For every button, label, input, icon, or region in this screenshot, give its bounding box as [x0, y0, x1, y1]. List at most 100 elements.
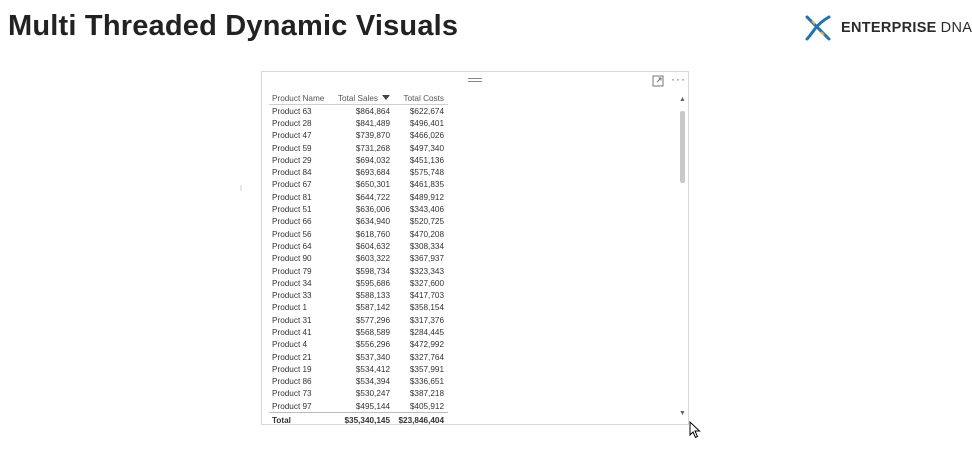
total-costs-cell: $497,340: [409, 143, 444, 153]
focus-mode-icon[interactable]: [652, 75, 664, 87]
table-row[interactable]: Product 4 $556,296 $472,992: [269, 339, 448, 351]
table-row[interactable]: Product 21 $537,340 $327,764: [269, 351, 448, 363]
enterprise-dna-logo: ENTERPRISE DNA: [803, 13, 972, 43]
table-row[interactable]: Product 79 $598,734 $323,343: [269, 265, 448, 277]
table-row[interactable]: Product 34 $595,686 $327,600: [269, 277, 448, 289]
product-name-cell: Product 51: [272, 205, 312, 215]
table-row[interactable]: Product 81 $644,722 $489,912: [269, 191, 448, 203]
total-costs-cell: $622,674: [409, 106, 444, 116]
product-name-cell: Product 90: [272, 254, 312, 264]
total-sales-cell: $636,006: [355, 205, 390, 215]
more-options-icon[interactable]: ···: [671, 73, 686, 85]
scroll-up-icon[interactable]: ▲: [679, 96, 686, 103]
product-name-cell: Product 21: [272, 352, 312, 362]
total-sales-cell: $595,686: [355, 278, 390, 288]
table-row[interactable]: Product 28 $841,489 $496,401: [269, 117, 448, 129]
logo-word-enterprise: ENTERPRISE: [841, 20, 937, 36]
column-header-product-name[interactable]: Product Name: [269, 92, 334, 105]
table-row[interactable]: Product 64 $604,632 $308,334: [269, 240, 448, 252]
total-sales-cell: $694,032: [355, 155, 390, 165]
table-row[interactable]: Product 41 $568,589 $284,445: [269, 326, 448, 338]
table-row[interactable]: Product 66 $634,940 $520,725: [269, 216, 448, 228]
total-sales-cell: $604,632: [355, 241, 390, 251]
total-sales-cell: $577,296: [355, 315, 390, 325]
total-costs-cell: $336,651: [409, 377, 444, 387]
total-costs-cell: $367,937: [409, 254, 444, 264]
column-header-label: Total Sales: [337, 93, 378, 103]
total-sales-cell: $650,301: [355, 180, 390, 190]
column-header-total-sales[interactable]: Total Sales: [334, 92, 394, 105]
drag-handle-icon[interactable]: [468, 78, 482, 83]
table-row[interactable]: Product 90 $603,322 $367,937: [269, 253, 448, 265]
vertical-scrollbar[interactable]: ▲ ▼: [679, 96, 686, 417]
table-header-row: Product Name Total Sales Total Costs: [269, 92, 448, 105]
logo-word-dna: DNA: [940, 20, 972, 36]
total-costs-cell: $323,343: [409, 266, 444, 276]
product-name-cell: Product 67: [272, 180, 312, 190]
total-costs-cell: $358,154: [409, 303, 444, 313]
product-name-cell: Product 29: [272, 155, 312, 165]
table-row[interactable]: Product 51 $636,006 $343,406: [269, 203, 448, 215]
table-row[interactable]: Product 33 $588,133 $417,703: [269, 289, 448, 301]
total-costs-value: $23,846,404: [394, 412, 448, 428]
total-costs-cell: $417,703: [409, 291, 444, 301]
table-row[interactable]: Product 29 $694,032 $451,136: [269, 154, 448, 166]
scroll-down-icon[interactable]: ▼: [679, 410, 686, 417]
total-costs-cell: $575,748: [409, 168, 444, 178]
table-row[interactable]: Product 56 $618,760 $470,208: [269, 228, 448, 240]
column-header-label: Product Name: [272, 93, 325, 103]
total-costs-cell: $317,376: [409, 315, 444, 325]
dna-helix-icon: [805, 15, 831, 41]
total-sales-cell: $587,142: [355, 303, 390, 313]
table-row[interactable]: Product 31 $577,296 $317,376: [269, 314, 448, 326]
table-visual[interactable]: ··· Product Name Total Sales Total Costs…: [261, 71, 689, 428]
total-costs-cell: $284,445: [409, 327, 444, 337]
total-costs-cell: $472,992: [409, 340, 444, 350]
product-name-cell: Product 1: [272, 303, 308, 313]
table-row[interactable]: Product 84 $693,684 $575,748: [269, 166, 448, 178]
table-row[interactable]: Product 47 $739,870 $466,026: [269, 130, 448, 142]
total-costs-cell: $496,401: [409, 118, 444, 128]
product-name-cell: Product 73: [272, 389, 312, 399]
product-name-cell: Product 63: [272, 106, 312, 116]
total-costs-cell: $308,334: [409, 241, 444, 251]
total-sales-cell: $495,144: [355, 401, 390, 411]
table-row[interactable]: Product 1 $587,142 $358,154: [269, 302, 448, 314]
product-name-cell: Product 64: [272, 241, 312, 251]
column-header-total-costs[interactable]: Total Costs: [394, 92, 448, 105]
total-sales-value: $35,340,145: [334, 412, 394, 428]
total-costs-cell: $343,406: [409, 205, 444, 215]
total-sales-cell: $603,322: [355, 254, 390, 264]
product-name-cell: Product 84: [272, 168, 312, 178]
total-costs-cell: $466,026: [409, 131, 444, 141]
product-name-cell: Product 19: [272, 364, 312, 374]
table-row[interactable]: Product 63 $864,864 $622,674: [269, 105, 448, 118]
table-row[interactable]: Product 86 $534,394 $336,651: [269, 376, 448, 388]
logo-text: ENTERPRISE DNA: [841, 20, 972, 36]
total-sales-cell: $588,133: [355, 291, 390, 301]
total-sales-cell: $568,589: [355, 327, 390, 337]
total-costs-cell: $327,764: [409, 352, 444, 362]
table-row[interactable]: Product 19 $534,412 $357,991: [269, 363, 448, 375]
total-costs-cell: $405,912: [409, 401, 444, 411]
column-header-label: Total Costs: [403, 93, 445, 103]
total-sales-cell: $644,722: [355, 192, 390, 202]
table-row[interactable]: Product 59 $731,268 $497,340: [269, 142, 448, 154]
total-costs-cell: $327,600: [409, 278, 444, 288]
table-row[interactable]: Product 67 $650,301 $461,835: [269, 179, 448, 191]
data-table: Product Name Total Sales Total Costs Pro…: [269, 92, 448, 428]
sort-descending-icon[interactable]: [382, 94, 390, 100]
total-sales-cell: $693,684: [355, 168, 390, 178]
scroll-thumb[interactable]: [680, 111, 685, 183]
product-name-cell: Product 31: [272, 315, 312, 325]
table-row[interactable]: Product 97 $495,144 $405,912: [269, 400, 448, 413]
product-name-cell: Product 59: [272, 143, 312, 153]
total-costs-cell: $489,912: [409, 192, 444, 202]
table-total-row: Total $35,340,145 $23,846,404: [269, 412, 448, 428]
table-row[interactable]: Product 73 $530,247 $387,218: [269, 388, 448, 400]
product-name-cell: Product 34: [272, 278, 312, 288]
total-sales-cell: $598,734: [355, 266, 390, 276]
page-title: Multi Threaded Dynamic Visuals: [8, 10, 459, 42]
total-label: Total: [269, 412, 334, 428]
total-costs-cell: $451,136: [409, 155, 444, 165]
